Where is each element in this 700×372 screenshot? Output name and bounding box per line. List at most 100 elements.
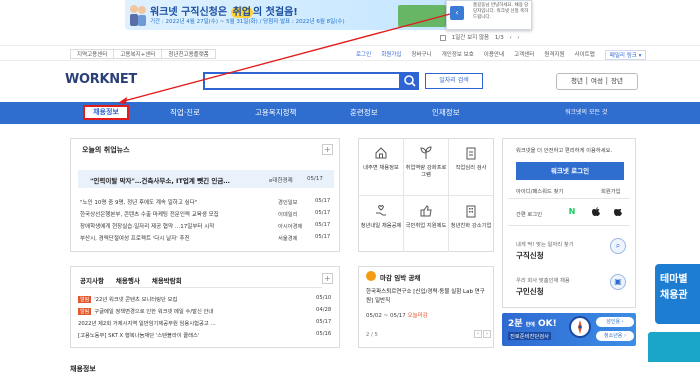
pager-prev-icon[interactable]: ‹	[509, 35, 511, 41]
house-icon[interactable]	[374, 146, 388, 160]
news-source: 경인일보	[278, 200, 298, 206]
clock-icon	[366, 271, 376, 281]
util-link-youth[interactable]: 청년친고용플랫폼	[161, 49, 216, 59]
grid-label-nearby-jobs[interactable]: 내주변 채용정보	[359, 165, 403, 172]
notice-tag: 알림	[78, 296, 92, 303]
news-more-button[interactable]: +	[322, 144, 333, 155]
news-item[interactable]: 부산시, 경력단절여성 프로젝트 '다시 날자' 추진	[80, 234, 190, 242]
nav-item-talent[interactable]: 인재정보	[432, 102, 460, 124]
news-source: 서울경제	[278, 236, 298, 242]
section-title: 채용정보	[70, 365, 96, 372]
deadline-pager: ‹ ›	[474, 330, 491, 338]
notice-date: 04/28	[316, 307, 332, 313]
utility-left-links: 지역고용센터 고용복지+센터 청년친고용플랫폼	[70, 49, 216, 59]
util-link-welfare[interactable]: 고용복지+센터	[113, 49, 163, 59]
grid-label-youth-savings[interactable]: 청년내일 채움공제	[359, 223, 403, 230]
divider	[508, 225, 630, 226]
deadline-prev-button[interactable]: ‹	[474, 330, 482, 338]
popup-prev-icon[interactable]: ‹	[450, 6, 464, 20]
apple-login-icon[interactable]	[590, 206, 602, 218]
notice-tag: 알림	[78, 308, 92, 315]
notice-item[interactable]: [고용노동부] SKT X 행복나눔재단 '스텐블라이 클래스'	[78, 331, 199, 339]
tab-recruit-event[interactable]: 채용행사	[116, 275, 140, 285]
news-feature-source: e대한경제	[269, 178, 293, 184]
floater-decoration	[648, 332, 700, 362]
job-search-button[interactable]: 일자리 검색	[425, 73, 483, 89]
news-title: 오늘의 취업뉴스	[82, 146, 130, 154]
news-source: 아시아경제	[278, 224, 303, 230]
hide-today-label[interactable]: 1일간 보지 않음	[452, 35, 489, 41]
floater-text: 테마별 채용관	[660, 274, 688, 301]
news-feature-date: 05/17	[307, 176, 323, 182]
notice-date: 05/10	[316, 295, 332, 301]
support-link[interactable]: 고객센터	[514, 50, 534, 60]
nav-all-menu[interactable]: 워크넷의 모든 것	[565, 102, 607, 124]
thumb-up-icon[interactable]	[419, 204, 433, 218]
naver-login-icon[interactable]: N	[566, 206, 578, 218]
signup-link[interactable]: 회원가입	[601, 187, 621, 195]
news-date: 05/17	[315, 234, 331, 240]
briefcase-icon[interactable]: ▣	[610, 274, 626, 290]
search-button[interactable]	[401, 72, 419, 90]
notice-tabs: 공지사항 채용행사 채용박람회	[80, 275, 182, 285]
find-id-link[interactable]: 아이디/패스워드 찾기	[516, 189, 563, 195]
nav-item-welfare[interactable]: 고용복지정책	[255, 102, 296, 124]
news-item[interactable]: "노인 10명 중 9명, 정년 후에도 계속 일하고 싶다"	[80, 198, 197, 206]
banner-money-illustration	[398, 5, 446, 27]
job-seeker-sub: 내게 딱! 맞는 일자리 찾기	[516, 242, 574, 248]
hide-today-checkbox[interactable]	[440, 34, 446, 41]
pager-next-icon[interactable]: ›	[517, 35, 519, 41]
grid-label-training-program[interactable]: 취업역량 강화프로그램	[404, 165, 448, 178]
signup-link[interactable]: 회원가입	[381, 50, 401, 60]
remote-link[interactable]: 원격지원	[544, 50, 564, 60]
family-link-dropdown[interactable]: 패밀리 링크 ▾	[604, 50, 647, 60]
user-type-selector[interactable]: 청년 │ 여성 │ 장년	[556, 73, 638, 90]
login-link[interactable]: 로그인	[356, 50, 371, 60]
hand-heart-icon[interactable]	[374, 204, 388, 218]
nav-item-career[interactable]: 직업·진로	[170, 102, 200, 124]
cart-link[interactable]: 장바구니	[411, 50, 431, 60]
ad-adult-button[interactable]: 성인용 ›	[596, 317, 634, 327]
worknet-login-button[interactable]: 워크넷 로그인	[516, 162, 624, 180]
news-date: 05/17	[315, 222, 331, 228]
deadline-next-button[interactable]: ›	[483, 330, 491, 338]
kakao-login-icon[interactable]	[612, 206, 624, 218]
deadline-page: 2 / 5	[366, 332, 378, 338]
person-search-icon[interactable]: ⌕	[610, 238, 626, 254]
news-item[interactable]: 한국상선은행본부, 콘텐츠 수출 마케팅 전문인력 교육생 모집	[80, 210, 219, 218]
ad-youth-button[interactable]: 청소년용 ›	[596, 331, 634, 341]
login-links: 아이디/패스워드 찾기 회원가입	[516, 187, 621, 195]
notice-item[interactable]: 2022년 제2회 거제시지역 일반임기제공무원 임용시험공고 …	[78, 319, 216, 327]
news-feature-text[interactable]: "인력이탈 막자"…건축사무소, IT업계 뺏긴 인금…	[90, 175, 230, 185]
tab-notice[interactable]: 공지사항	[80, 275, 104, 285]
deadline-title: 마감 임박 공채	[380, 274, 421, 282]
search-input[interactable]	[203, 72, 401, 90]
tab-job-fair[interactable]: 채용박람회	[152, 275, 182, 285]
sitemap-link[interactable]: 사이트맵	[575, 50, 595, 60]
notice-item[interactable]: 알림 '22년 워크넷 콘텐츠 모니터링단 모집	[78, 295, 177, 303]
deadline-job-text[interactable]: 한국파스퇴르연구소 [신입/경력·동물 실험 Lab 연구원] 일반직	[366, 288, 490, 306]
nav-item-training[interactable]: 훈련정보	[350, 102, 378, 124]
job-seeker-register-link[interactable]: 구직신청	[516, 250, 544, 261]
news-item[interactable]: 장애학생에게 현장실습·일자리 제공 협약 …17일부터 시작	[80, 222, 214, 230]
worknet-logo[interactable]: WORKNET	[65, 72, 137, 87]
divider	[80, 287, 322, 288]
nav-item-jobs[interactable]: 채용정보	[83, 105, 129, 120]
news-source: 이데일리	[278, 212, 298, 218]
util-link-center[interactable]: 지역고용센터	[70, 49, 115, 59]
employer-register-link[interactable]: 구인신청	[516, 286, 544, 297]
clipboard-icon[interactable]	[464, 146, 478, 160]
notice-more-button[interactable]: +	[322, 273, 333, 284]
grid-label-national-employment[interactable]: 국민취업 지원제도	[404, 223, 448, 230]
ad-subtitle: 진로준비진단검사	[508, 332, 551, 340]
guide-link[interactable]: 이용안내	[484, 50, 504, 60]
notice-date: 05/17	[316, 319, 332, 325]
grid-label-youth-friendly-sme[interactable]: 청년친화 강소기업	[449, 223, 493, 230]
privacy-link[interactable]: 개인정보 보호	[442, 50, 474, 60]
notice-item[interactable]: 알림 구글메일 정책변경으로 인한 워크넷 메일 수/발신 안내	[78, 307, 213, 315]
plant-icon[interactable]	[419, 146, 433, 160]
building-icon[interactable]	[464, 204, 478, 218]
employer-sub: 우리 회사 맞춤인재 채용	[516, 278, 570, 284]
grid-label-aptitude-test[interactable]: 직업심리 검사	[449, 165, 493, 172]
simple-login-label: 간편 로그인	[516, 212, 543, 218]
